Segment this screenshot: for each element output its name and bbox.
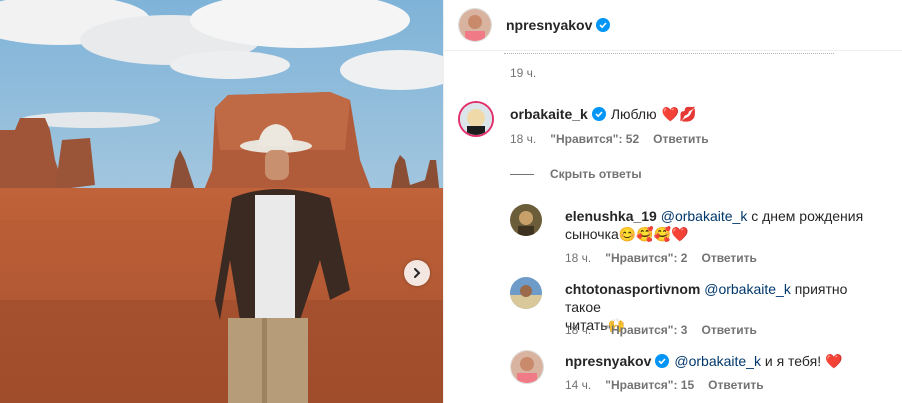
commenter-avatar[interactable]: [458, 101, 494, 137]
reply-avatar[interactable]: [510, 277, 542, 309]
reply-mention[interactable]: @orbakaite_k: [704, 281, 791, 297]
reply-meta: 18 ч. "Нравится": 2 Ответить: [565, 251, 757, 265]
chevron-right-icon: [414, 268, 421, 278]
verified-badge-icon: [596, 18, 611, 32]
reply-reply-button[interactable]: Ответить: [701, 323, 756, 337]
reply-avatar[interactable]: [510, 204, 542, 236]
comment-time: 18 ч.: [510, 132, 537, 146]
reply-reply-button[interactable]: Ответить: [708, 378, 763, 392]
comment-username[interactable]: orbakaite_k: [510, 105, 588, 123]
truncated-caption-line: [504, 51, 834, 57]
reply-avatar[interactable]: [510, 350, 544, 384]
reply-meta: 14 ч. "Нравится": 15 Ответить: [565, 378, 764, 392]
reply-likes[interactable]: "Нравится": 3: [605, 323, 687, 337]
reply-likes[interactable]: "Нравится": 2: [605, 251, 687, 265]
reply-time: 18 ч.: [565, 323, 592, 337]
comment-meta: 18 ч. "Нравится": 52 Ответить: [510, 132, 709, 146]
reply-time: 18 ч.: [565, 251, 592, 265]
reply-username[interactable]: npresnyakov: [565, 352, 651, 370]
reply-emoji: ❤️: [825, 353, 843, 369]
author-avatar[interactable]: [458, 8, 492, 42]
caption-meta: 19 ч.: [510, 66, 536, 80]
comments-panel: npresnyakov 19 ч. orbakaite_k Люблю ❤️💋 …: [443, 0, 902, 403]
hide-replies-label: Скрыть ответы: [550, 167, 642, 181]
reply-meta: 18 ч. "Нравится": 3 Ответить: [565, 323, 757, 337]
hide-replies-button[interactable]: Скрыть ответы: [510, 167, 642, 181]
comment-likes[interactable]: "Нравится": 52: [550, 132, 639, 146]
comment-reply-button[interactable]: Ответить: [653, 132, 708, 146]
reply-username[interactable]: chtotonasportivnom: [565, 281, 700, 297]
reply-emoji: 😊🥰🥰❤️: [618, 226, 689, 242]
reply-text: с днем рождения: [747, 208, 864, 224]
verified-badge-icon: [591, 107, 606, 121]
verified-badge-icon: [655, 354, 670, 368]
reply-text: и я тебя!: [760, 353, 822, 369]
reply-reply-button[interactable]: Ответить: [701, 251, 756, 265]
desert-cowboy-image: [0, 0, 443, 403]
reply-mention[interactable]: @orbakaite_k: [674, 352, 761, 370]
comment-emoji: ❤️💋: [661, 106, 697, 122]
post-photo: [0, 0, 443, 403]
divider-line: [510, 173, 534, 175]
comment-text: Люблю: [610, 106, 657, 122]
reply-time: 14 ч.: [565, 378, 592, 392]
comment: orbakaite_k Люблю ❤️💋: [510, 105, 696, 123]
reply-likes[interactable]: "Нравится": 15: [605, 378, 694, 392]
caption-time: 19 ч.: [510, 66, 537, 80]
reply-mention[interactable]: @orbakaite_k: [661, 208, 748, 224]
author-username[interactable]: npresnyakov: [506, 17, 592, 33]
reply-text-line2: сыночка: [565, 226, 619, 242]
post-header: npresnyakov: [444, 0, 902, 51]
reply-3: npresnyakov @orbakaite_k и я тебя! ❤️: [565, 352, 843, 370]
reply-1: elenushka_19 @orbakaite_k с днем рождени…: [565, 207, 885, 243]
next-image-button[interactable]: [404, 260, 430, 286]
reply-username[interactable]: elenushka_19: [565, 208, 657, 224]
